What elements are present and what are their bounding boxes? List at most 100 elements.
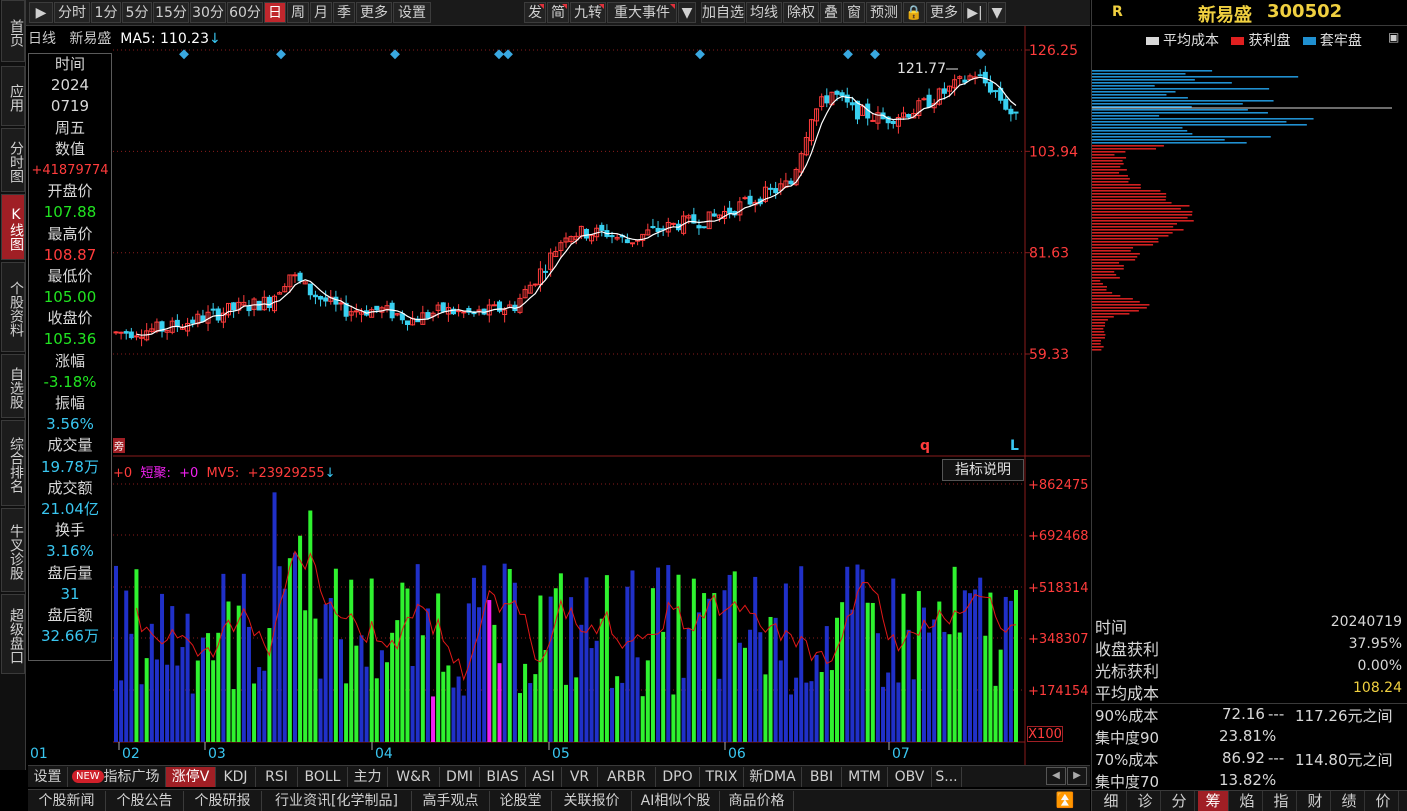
- right-tab-1[interactable]: 诊: [1130, 791, 1161, 811]
- news-tab-1[interactable]: 个股公告: [106, 791, 184, 811]
- toolbar-item-26[interactable]: ▶|: [963, 2, 987, 23]
- volume-bar: [758, 632, 763, 742]
- after-amount-value: 32.66万: [41, 627, 99, 646]
- toolbar-item-23[interactable]: 预测: [866, 2, 902, 23]
- indicator-tab-5[interactable]: RSI: [256, 767, 298, 787]
- right-tab-3[interactable]: 筹: [1198, 791, 1229, 811]
- indicator-tab-13[interactable]: ARBR: [598, 767, 656, 787]
- toolbar-item-13[interactable]: 发: [524, 2, 546, 23]
- volume-bar: [528, 683, 533, 742]
- toolbar-item-18[interactable]: 加自选: [701, 2, 745, 23]
- indicator-tab-10[interactable]: BIAS: [480, 767, 526, 787]
- toolbar-item-4[interactable]: 15分: [153, 2, 189, 23]
- toolbar-item-24[interactable]: 🔒: [903, 2, 925, 23]
- indicator-tab-16[interactable]: 新DMA: [744, 767, 802, 787]
- indicator-tab-7[interactable]: 主力: [348, 767, 388, 787]
- vol-b: 短聚:: [140, 466, 171, 481]
- right-tab-8[interactable]: 价: [1368, 791, 1399, 811]
- event-diamond-icon[interactable]: [276, 49, 286, 60]
- left-nav-item-0[interactable]: 首页: [1, 0, 25, 62]
- news-tab-6[interactable]: 关联报价: [552, 791, 632, 811]
- tab-scroll-left-icon[interactable]: ◀: [1046, 767, 1066, 785]
- q-marker[interactable]: q: [920, 438, 930, 454]
- toolbar-item-10[interactable]: 季: [333, 2, 355, 23]
- indicator-tab-2[interactable]: 指标广场: [98, 767, 166, 787]
- right-tab-5[interactable]: 指: [1266, 791, 1297, 811]
- chip-settings-icon[interactable]: ▣: [1388, 30, 1402, 44]
- indicator-tab-4[interactable]: KDJ: [216, 767, 256, 787]
- toolbar-item-0[interactable]: ▶: [29, 2, 53, 23]
- toolbar-item-1[interactable]: 分时: [54, 2, 90, 23]
- news-tab-2[interactable]: 个股研报: [184, 791, 262, 811]
- toolbar-item-14[interactable]: 简: [547, 2, 569, 23]
- indicator-tab-20[interactable]: S...: [932, 767, 962, 787]
- event-diamond-icon[interactable]: [843, 49, 853, 60]
- toolbar-item-3[interactable]: 5分: [122, 2, 152, 23]
- toolbar-item-6[interactable]: 60分: [227, 2, 263, 23]
- event-diamond-icon[interactable]: [179, 49, 189, 60]
- left-nav-item-5[interactable]: 自选股: [1, 354, 25, 418]
- toolbar-item-16[interactable]: 重大事件: [607, 2, 677, 23]
- toolbar-item-11[interactable]: 更多: [356, 2, 392, 23]
- left-nav-item-4[interactable]: 个股资料: [1, 262, 25, 352]
- toolbar-item-27[interactable]: ▼: [988, 2, 1006, 23]
- legend-trapped-swatch: [1302, 37, 1316, 45]
- left-nav-item-8[interactable]: 超级盘口: [1, 594, 25, 674]
- indicator-help-button[interactable]: 指标说明: [942, 459, 1024, 481]
- right-tab-4[interactable]: 焰: [1232, 791, 1263, 811]
- indicator-tab-14[interactable]: DPO: [656, 767, 700, 787]
- left-nav-item-1[interactable]: 应用: [1, 66, 25, 126]
- indicator-tab-9[interactable]: DMI: [440, 767, 480, 787]
- indicator-tab-19[interactable]: OBV: [888, 767, 932, 787]
- toolbar-item-7[interactable]: 日: [264, 2, 286, 23]
- toolbar-item-20[interactable]: 除权: [783, 2, 819, 23]
- news-tab-8[interactable]: 商品价格: [720, 791, 794, 811]
- news-tab-7[interactable]: AI相似个股: [632, 791, 720, 811]
- tab-scroll-right-icon[interactable]: ▶: [1067, 767, 1087, 785]
- indicator-tab-15[interactable]: TRIX: [700, 767, 744, 787]
- event-diamond-icon[interactable]: [976, 49, 986, 60]
- indicator-tab-8[interactable]: W&R: [388, 767, 440, 787]
- indicator-tab-0[interactable]: 设置: [28, 767, 68, 787]
- toolbar-item-17[interactable]: ▼: [678, 2, 696, 23]
- kline-chart[interactable]: 126.25 103.94 81.63 59.33 +862475 +692468 +518…: [0, 0, 1090, 765]
- event-markers[interactable]: [179, 49, 986, 60]
- indicator-tab-17[interactable]: BBI: [802, 767, 842, 787]
- right-tab-0[interactable]: 细: [1096, 791, 1127, 811]
- indicator-tab-6[interactable]: BOLL: [298, 767, 348, 787]
- left-nav-item-6[interactable]: 综合排名: [1, 420, 25, 506]
- event-diamond-icon[interactable]: [390, 49, 400, 60]
- left-nav-item-3[interactable]: K线图: [1, 194, 25, 260]
- news-tab-0[interactable]: 个股新闻: [28, 791, 106, 811]
- indicator-tab-12[interactable]: VR: [562, 767, 598, 787]
- toolbar-item-19[interactable]: 均线: [746, 2, 782, 23]
- left-nav-item-2[interactable]: 分时图: [1, 128, 25, 192]
- right-tab-6[interactable]: 财: [1300, 791, 1331, 811]
- event-diamond-icon[interactable]: [870, 49, 880, 60]
- toolbar-item-21[interactable]: 叠: [820, 2, 842, 23]
- indicator-tab-3[interactable]: 涨停V: [166, 767, 216, 787]
- indicator-tab-18[interactable]: MTM: [842, 767, 888, 787]
- toolbar-item-22[interactable]: 窗: [843, 2, 865, 23]
- news-tab-3[interactable]: 行业资讯[化学制品]: [262, 791, 412, 811]
- news-tab-5[interactable]: 论股堂: [490, 791, 552, 811]
- news-tab-4[interactable]: 高手观点: [412, 791, 490, 811]
- event-diamond-icon[interactable]: [695, 49, 705, 60]
- toolbar-item-5[interactable]: 30分: [190, 2, 226, 23]
- indicator-tab-11[interactable]: ASI: [526, 767, 562, 787]
- toolbar-item-12[interactable]: 设置: [393, 2, 431, 23]
- toolbar-item-25[interactable]: 更多: [926, 2, 962, 23]
- event-diamond-icon[interactable]: [494, 49, 504, 60]
- candle-down: [839, 92, 845, 97]
- right-tab-2[interactable]: 分: [1164, 791, 1195, 811]
- left-marker[interactable]: 旁: [113, 438, 125, 453]
- right-tab-7[interactable]: 绩: [1334, 791, 1365, 811]
- toolbar-item-15[interactable]: 九转: [570, 2, 606, 23]
- event-diamond-icon[interactable]: [503, 49, 513, 60]
- toolbar-item-2[interactable]: 1分: [91, 2, 121, 23]
- l-marker[interactable]: L: [1010, 438, 1019, 454]
- left-nav-item-7[interactable]: 牛叉诊股: [1, 508, 25, 592]
- toolbar-item-9[interactable]: 月: [310, 2, 332, 23]
- toolbar-item-8[interactable]: 周: [287, 2, 309, 23]
- collapse-up-icon[interactable]: ⏫: [1052, 791, 1078, 809]
